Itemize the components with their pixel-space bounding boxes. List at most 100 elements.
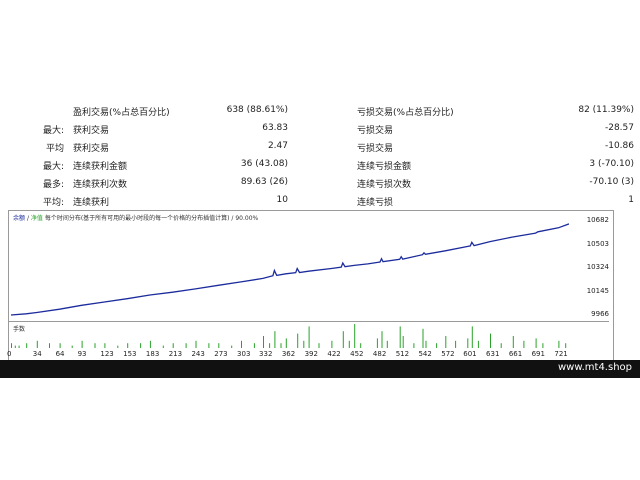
volume-bar (455, 340, 457, 348)
y-tick-label: 10324 (586, 263, 609, 271)
stats-row: 盈利交易(%占总百分比) 638 (88.61%) 亏损交易(%占总百分比) 82 (… (0, 102, 640, 120)
volume-bar (26, 343, 28, 348)
volume-bar (303, 340, 305, 348)
stats-metric-name-loss: 连续亏损次数 (357, 180, 412, 190)
volume-bar (71, 345, 73, 348)
y-tick-label: 10145 (586, 286, 609, 295)
balance-plot-area (10, 223, 569, 316)
stats-row: 平均: 连续获利 10 连续亏损 1 (0, 192, 640, 210)
x-tick-label: 243 (191, 350, 205, 358)
volume-bar (11, 343, 12, 348)
volume-bar (81, 340, 83, 348)
volume-bar (360, 343, 362, 348)
x-tick-label: 273 (214, 350, 228, 358)
x-tick-label: 392 (304, 350, 318, 358)
stats-row: 平均 获利交易 2.47 亏损交易 -10.86 (0, 138, 640, 156)
volume-bar (565, 343, 567, 348)
stats-row-label: 最多: (42, 180, 64, 190)
volume-bar (263, 336, 264, 348)
footer-bar: www.mt4.shop (0, 360, 640, 378)
volume-plot-area (11, 324, 567, 348)
x-tick-label: 422 (327, 350, 341, 358)
volume-bar (500, 343, 502, 348)
volume-bar (162, 345, 164, 348)
x-tick-label: 542 (418, 350, 432, 358)
volume-bar (172, 343, 174, 348)
stats-metric-name: 盈利交易(%占总百分比) (73, 108, 170, 118)
volume-bar (342, 331, 344, 348)
x-tick-label: 691 (531, 350, 545, 358)
volume-bar (94, 343, 96, 348)
x-tick-label: 153 (123, 350, 137, 358)
x-tick-label: 332 (259, 350, 273, 358)
volume-bar (402, 336, 404, 348)
volume-bar (195, 340, 197, 348)
stats-metric-name: 连续获利 (73, 198, 110, 208)
stats-row-label: 最大: (42, 162, 64, 172)
volume-bar (436, 343, 438, 348)
volume-bar (280, 343, 282, 348)
x-tick-label: 183 (145, 350, 160, 358)
volume-bar (425, 340, 427, 348)
volume-bar (308, 326, 310, 348)
volume-bar (422, 328, 424, 348)
balance-chart: 余额 / 净值 每个时间分布(基于所有可用的最小时段的每一个价格的分布插值计算)… (9, 211, 609, 322)
stats-metric-value: 89.63 (26) (240, 177, 288, 187)
volume-bar (185, 343, 187, 348)
volume-bar (117, 345, 119, 348)
volume-bar (241, 340, 242, 348)
x-tick-label: 661 (508, 350, 523, 358)
volume-bar (218, 343, 220, 348)
volume-bar (354, 324, 356, 348)
volume-bar (535, 338, 537, 348)
x-tick-label: 721 (554, 350, 568, 358)
x-tick-label: 362 (281, 350, 296, 358)
volume-bar (127, 343, 129, 348)
volume-bar (140, 343, 142, 348)
stats-metric-name-loss: 亏损交易(%占总百分比) (357, 108, 454, 118)
volume-bar (149, 340, 151, 348)
volume-bar (490, 333, 491, 348)
x-tick-label: 0 (7, 350, 12, 358)
stats-metric-value: 63.83 (262, 123, 288, 133)
stats-metric-name-loss: 连续亏损 (357, 198, 394, 208)
volume-bar (36, 340, 38, 348)
volume-bar (18, 345, 20, 348)
volume-bar (318, 343, 320, 348)
stats-metric-value-loss: -28.57 (604, 123, 634, 133)
stats-metric-value-loss: -70.10 (3) (589, 177, 634, 187)
statistics-table: 盈利交易(%占总百分比) 638 (88.61%) 亏损交易(%占总百分比) 82 (… (0, 102, 640, 210)
volume-bar (208, 343, 210, 348)
x-tick-label: 572 (441, 350, 455, 358)
stats-metric-name: 连续获利次数 (73, 180, 128, 190)
stats-metric-name-loss: 亏损交易 (357, 126, 394, 136)
x-tick-label: 303 (237, 350, 251, 358)
stats-row-label: 最大: (42, 126, 64, 136)
volume-bar (49, 343, 50, 348)
stats-metric-value-loss: 82 (11.39%) (578, 105, 634, 115)
stats-row: 最多: 连续获利次数 89.63 (26) 连续亏损次数 -70.10 (3) (0, 174, 640, 192)
stats-metric-name: 连续获利金额 (73, 162, 128, 172)
stats-metric-name-loss: 亏损交易 (357, 144, 394, 154)
stats-row: 最大: 获利交易 63.83 亏损交易 -28.57 (0, 120, 640, 138)
x-tick-label: 34 (32, 350, 42, 358)
volume-bar (274, 331, 276, 348)
volume-bar (297, 333, 299, 348)
volume-bar (285, 338, 287, 348)
x-tick-label: 93 (77, 350, 87, 358)
volume-bar (386, 340, 388, 348)
x-tick-label: 452 (350, 350, 364, 358)
footer-watermark: www.mt4.shop (557, 362, 632, 373)
volume-bar (376, 338, 378, 348)
report-chart-panel: 余额 / 净值 每个时间分布(基于所有可用的最小时段的每一个价格的分布插值计算)… (7, 210, 614, 362)
volume-bar (477, 340, 479, 348)
volume-bar (467, 338, 469, 348)
volume-bar (471, 326, 473, 348)
stats-metric-value: 36 (43.08) (240, 159, 288, 169)
volume-bar (413, 343, 415, 348)
stats-row: 最大: 连续获利金额 36 (43.08) 连续亏损金额 3 (-70.10) (0, 156, 640, 174)
stats-metric-value-loss: 3 (-70.10) (589, 159, 634, 169)
y-tick-label: 10503 (586, 239, 609, 248)
volume-bar (253, 343, 255, 348)
volume-bar (59, 343, 61, 348)
